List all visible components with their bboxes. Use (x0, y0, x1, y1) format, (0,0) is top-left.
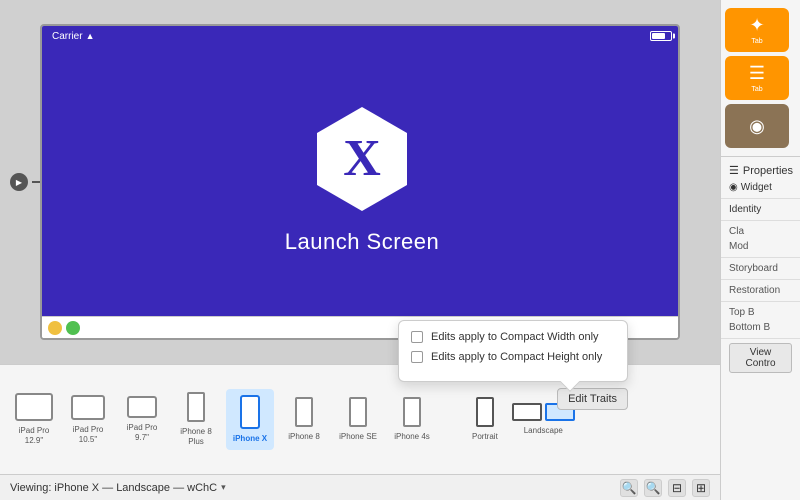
zoom-fit-button[interactable]: ⊟ (668, 479, 686, 497)
device-item-ipad-pro-97[interactable]: iPad Pro9.7" (118, 390, 166, 448)
iphone8-label: iPhone 8 (288, 432, 320, 442)
widget-row: ◉ Widget (721, 180, 800, 195)
bottom-b-label: Bottom B (721, 320, 800, 335)
zoom-out-button[interactable]: 🔍 (620, 479, 638, 497)
device-screen: Carrier ▲ X Launch Screen (42, 26, 680, 316)
widget-label: Widget (741, 182, 772, 193)
divider-3 (721, 257, 800, 258)
wifi-icon: ▲ (86, 31, 95, 41)
circle-icon: ◉ (749, 116, 765, 137)
hexagon-shape: X (317, 107, 407, 211)
carrier-text: Carrier ▲ (52, 31, 94, 42)
zoom-reset-button[interactable]: ⊞ (692, 479, 710, 497)
module-label: Mod (721, 239, 800, 254)
traits-tooltip: Edits apply to Compact Width only Edits … (398, 320, 628, 382)
star-tab-button[interactable]: ✦ Tab (725, 8, 789, 52)
device-frame: Carrier ▲ X Launch Screen (40, 24, 680, 340)
iphone-se-label: iPhone SE (339, 432, 377, 442)
device-item-ipad-pro-105[interactable]: iPad Pro10.5" (64, 389, 112, 450)
ipad-pro-105-label: iPad Pro10.5" (73, 425, 104, 444)
launch-screen-text: Launch Screen (285, 229, 440, 255)
compact-height-label: Edits apply to Compact Height only (431, 351, 602, 363)
divider-4 (721, 279, 800, 280)
list-tab-label: Tab (751, 86, 762, 93)
compact-width-label: Edits apply to Compact Width only (431, 331, 599, 343)
viewing-text: Viewing: iPhone X — Landscape — wChC (10, 482, 217, 494)
device-item-iphone8-plus[interactable]: iPhone 8Plus (172, 386, 220, 452)
battery-icon (650, 31, 672, 41)
circle-tab-button[interactable]: ◉ (725, 104, 789, 148)
compact-height-row: Edits apply to Compact Height only (411, 351, 615, 363)
compact-width-row: Edits apply to Compact Width only (411, 331, 615, 343)
restoration-label: Restoration (721, 283, 800, 298)
properties-icon: ☰ (729, 164, 739, 177)
iphone-x-icon (240, 395, 260, 429)
list-tab-button[interactable]: ☰ Tab (725, 56, 789, 100)
iphone4s-label: iPhone 4s (394, 432, 430, 442)
widget-icon: ◉ (729, 182, 738, 193)
ipad-pro-129-label: iPad Pro12.9" (19, 426, 50, 445)
device-item-iphone8[interactable]: iPhone 8 (280, 391, 328, 448)
divider-5 (721, 301, 800, 302)
iphone8-icon (295, 397, 313, 427)
bottom-status-bar: Viewing: iPhone X — Landscape — wChC ▾ 🔍… (0, 474, 720, 500)
compact-width-checkbox[interactable] (411, 331, 423, 343)
canvas-scroll: ▶ Carrier ▲ (0, 0, 720, 364)
iphone-x-label: iPhone X (233, 434, 267, 444)
ipad-pro-97-label: iPad Pro9.7" (127, 423, 158, 442)
identity-row: Identity (721, 202, 800, 217)
zoom-controls: 🔍 🔍 ⊟ ⊞ (620, 479, 710, 497)
star-icon: ✦ (749, 15, 764, 36)
landscape-label: Landscape (524, 426, 563, 436)
green-dot (66, 321, 80, 335)
sidebar-icon-group: ✦ Tab ☰ Tab ◉ (721, 0, 800, 156)
divider-2 (721, 220, 800, 221)
properties-panel: ☰ Properties ◉ Widget Identity Cla Mod S… (721, 156, 800, 500)
hex-logo: X (317, 107, 407, 211)
status-bar: Carrier ▲ (42, 26, 680, 46)
zoom-in-button[interactable]: 🔍 (644, 479, 662, 497)
yellow-dot (48, 321, 62, 335)
portrait-label: Portrait (472, 432, 498, 442)
compact-height-checkbox[interactable] (411, 351, 423, 363)
portrait-icon (476, 397, 494, 427)
identity-label: Identity (729, 204, 761, 215)
device-item-iphone-se[interactable]: iPhone SE (334, 391, 382, 448)
iphone-se-icon (349, 397, 367, 427)
canvas-area: ▶ Carrier ▲ (0, 0, 720, 500)
ipad-pro-97-icon (127, 396, 157, 418)
iphone4s-icon (403, 397, 421, 427)
hex-x-letter: X (343, 133, 381, 185)
iphone8-plus-label: iPhone 8Plus (180, 427, 212, 446)
view-controller-button[interactable]: View Contro (729, 343, 792, 373)
right-sidebar: ✦ Tab ☰ Tab ◉ ☰ Properties ◉ Widget Iden (720, 0, 800, 500)
edit-traits-button[interactable]: Edit Traits (557, 388, 628, 410)
properties-header: ☰ Properties (721, 161, 800, 180)
iphone8-plus-icon (187, 392, 205, 422)
device-item-ipad-pro-129[interactable]: iPad Pro12.9" (10, 387, 58, 451)
play-circle[interactable]: ▶ (10, 173, 28, 191)
top-b-label: Top B (721, 305, 800, 320)
device-item-iphone4s[interactable]: iPhone 4s (388, 391, 436, 448)
main-area: ▶ Carrier ▲ (0, 0, 800, 500)
orientation-portrait[interactable]: Portrait (468, 391, 502, 448)
class-label: Cla (721, 224, 800, 239)
chevron-down-icon[interactable]: ▾ (221, 482, 226, 493)
star-tab-label: Tab (751, 38, 762, 45)
properties-label: Properties (743, 165, 793, 177)
storyboard-label: Storyboard (721, 261, 800, 276)
divider-6 (721, 338, 800, 339)
divider-1 (721, 198, 800, 199)
ipad-pro-129-icon (15, 393, 53, 421)
list-icon: ☰ (749, 63, 765, 84)
ipad-pro-105-icon (71, 395, 105, 420)
viewing-status: Viewing: iPhone X — Landscape — wChC ▾ (10, 482, 226, 494)
device-item-iphone-x[interactable]: iPhone X (226, 389, 274, 450)
